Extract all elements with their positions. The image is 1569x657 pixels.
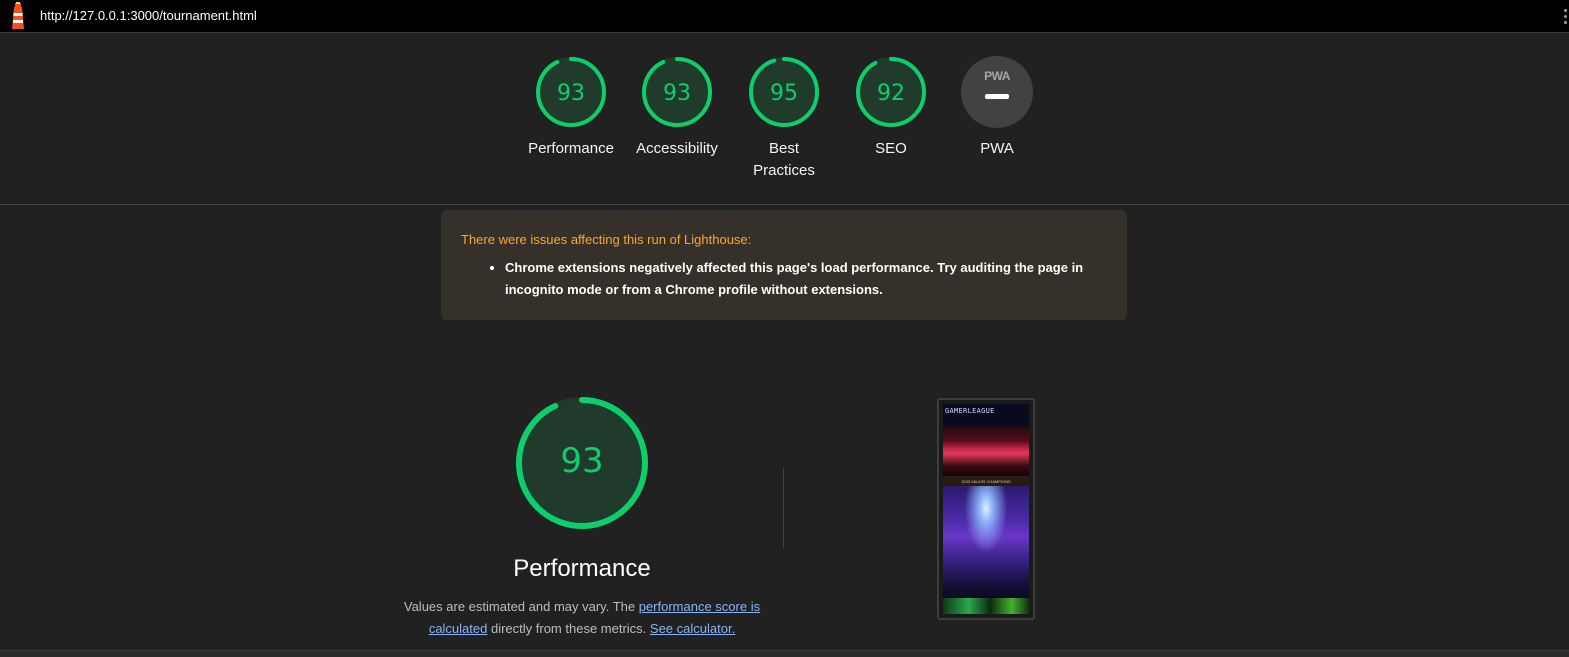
warning-list: Chrome extensions negatively affected th… <box>461 257 1107 301</box>
final-screenshot-thumbnail[interactable]: GAMERLEAGUE 2025 MAJOR CHAMPIONS <box>937 398 1035 620</box>
score-gauges: 93 Performance 93 Accessibility 95 Best … <box>0 56 1569 186</box>
gauge-label: Best Practices <box>753 140 815 179</box>
page-url: http://127.0.0.1:3000/tournament.html <box>40 8 257 23</box>
gauge-ring: 95 <box>749 57 819 127</box>
lighthouse-logo-icon <box>12 2 24 29</box>
performance-title: Performance <box>513 555 651 582</box>
performance-score: 93 <box>560 441 603 481</box>
thumbnail-bottom-image <box>943 598 1029 614</box>
gauge-pwa[interactable]: PWA PWA <box>942 56 1052 160</box>
gauge-best-practices[interactable]: 95 Best Practices <box>729 56 839 182</box>
top-bar: http://127.0.0.1:3000/tournament.html <box>0 0 1569 33</box>
gauge-score: 92 <box>877 81 905 106</box>
performance-description: Values are estimated and may vary. The p… <box>400 596 764 640</box>
gauge-score: 93 <box>557 81 585 106</box>
header-divider <box>0 204 1569 205</box>
desc-prefix: Values are estimated and may vary. The <box>403 599 639 614</box>
thumbnail-arena-image <box>943 486 1029 598</box>
warning-item: Chrome extensions negatively affected th… <box>505 257 1107 301</box>
pwa-badge-text: PWA <box>984 69 1010 83</box>
pwa-badge-icon: PWA <box>961 56 1033 128</box>
gauge-score: 95 <box>770 81 798 106</box>
desc-middle: directly from these metrics. <box>487 621 650 636</box>
gauge-label: SEO <box>875 140 907 157</box>
gauge-performance[interactable]: 93 Performance <box>516 56 626 160</box>
gauge-score: 93 <box>663 81 691 106</box>
gauge-label: Performance <box>528 140 614 157</box>
thumbnail-stage-image <box>943 426 1029 476</box>
see-calculator-link[interactable]: See calculator. <box>650 621 735 636</box>
lighthouse-warning: There were issues affecting this run of … <box>441 210 1127 320</box>
performance-gauge[interactable]: 93 <box>512 393 652 533</box>
pwa-dash-icon <box>985 94 1009 99</box>
gauge-ring: 93 <box>642 57 712 127</box>
section-separator <box>783 468 784 548</box>
gauge-seo[interactable]: 92 SEO <box>836 56 946 160</box>
more-options-icon[interactable] <box>1561 9 1569 29</box>
gauge-ring: 93 <box>536 57 606 127</box>
warning-title: There were issues affecting this run of … <box>461 232 752 247</box>
gauge-ring: 92 <box>856 57 926 127</box>
gauge-label: PWA <box>980 140 1014 157</box>
gauge-label: Accessibility <box>636 140 718 157</box>
bottom-edge <box>0 650 1569 657</box>
thumbnail-strip: 2025 MAJOR CHAMPIONS <box>943 476 1029 486</box>
gauge-accessibility[interactable]: 93 Accessibility <box>622 56 732 160</box>
thumbnail-brand: GAMERLEAGUE <box>943 404 1029 426</box>
